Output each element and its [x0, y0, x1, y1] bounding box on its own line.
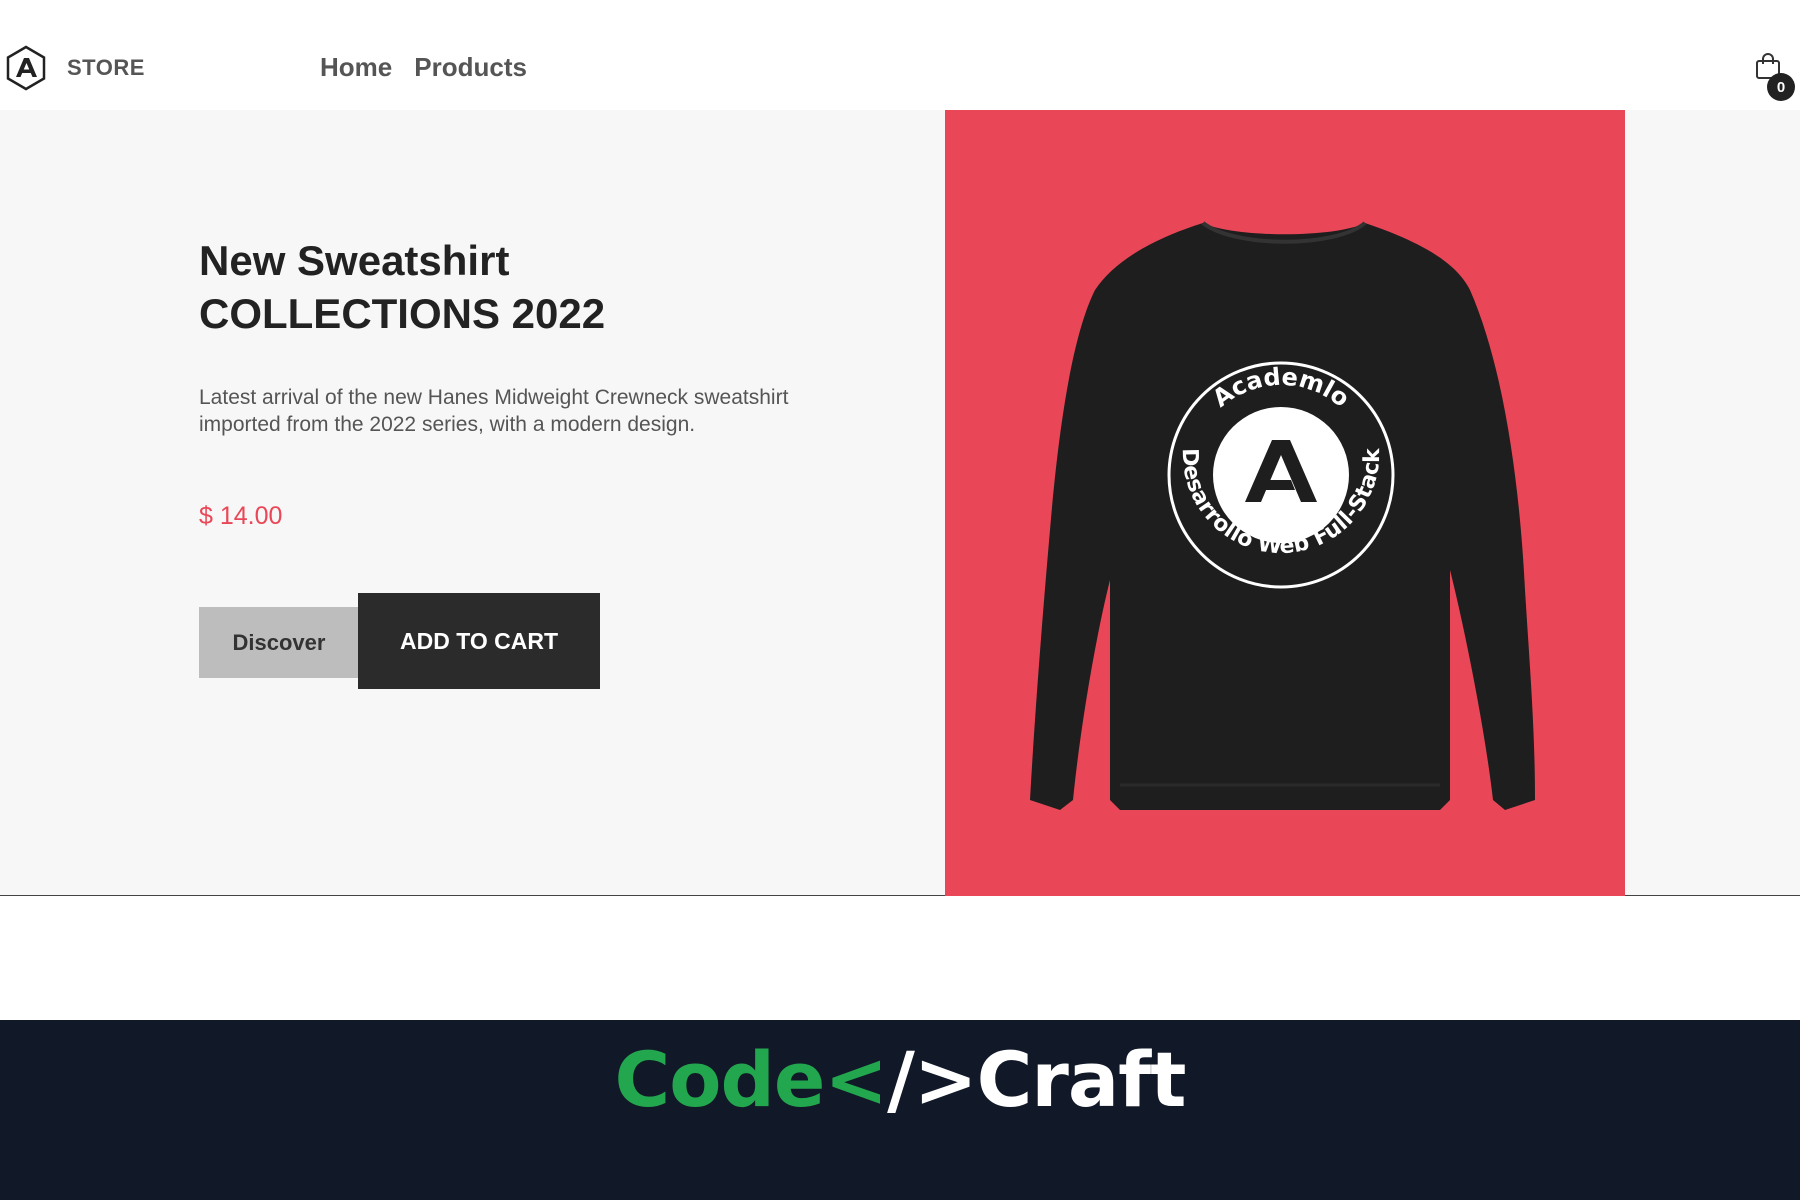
- cart-count-badge: 0: [1767, 73, 1795, 101]
- logo-slash-text: />: [887, 1035, 977, 1124]
- brand-name: STORE: [67, 55, 145, 80]
- brand[interactable]: STORE: [5, 45, 145, 91]
- sweatshirt-image: Academlo Desarrollo Web Full-Stack: [945, 110, 1625, 896]
- codecraft-logo: Code</>Craft: [0, 1035, 1800, 1124]
- nav-link-products[interactable]: Products: [414, 52, 527, 83]
- navbar: STORE Home Products 0: [0, 0, 1800, 110]
- hero-section: New Sweatshirt COLLECTIONS 2022 Latest a…: [0, 110, 1800, 896]
- add-to-cart-button[interactable]: ADD TO CART: [358, 593, 600, 689]
- hero-description: Latest arrival of the new Hanes Midweigh…: [199, 386, 789, 436]
- logo-craft-text: Craft: [976, 1035, 1187, 1124]
- product-price: $ 14.00: [199, 502, 283, 530]
- logo-code-text: Code<: [614, 1035, 889, 1124]
- discover-button[interactable]: Discover: [199, 607, 359, 678]
- footer-banner: Code</>Craft: [0, 1020, 1800, 1200]
- main-nav: Home Products: [320, 52, 527, 83]
- cart-button[interactable]: 0: [1755, 52, 1795, 101]
- product-image: Academlo Desarrollo Web Full-Stack: [945, 110, 1625, 896]
- hero-title: New Sweatshirt COLLECTIONS 2022: [199, 234, 605, 340]
- brand-logo-icon: [6, 45, 46, 91]
- hero-title-line2: COLLECTIONS 2022: [199, 290, 606, 337]
- nav-link-home[interactable]: Home: [320, 52, 392, 83]
- hero-title-line1: New Sweatshirt: [199, 237, 510, 284]
